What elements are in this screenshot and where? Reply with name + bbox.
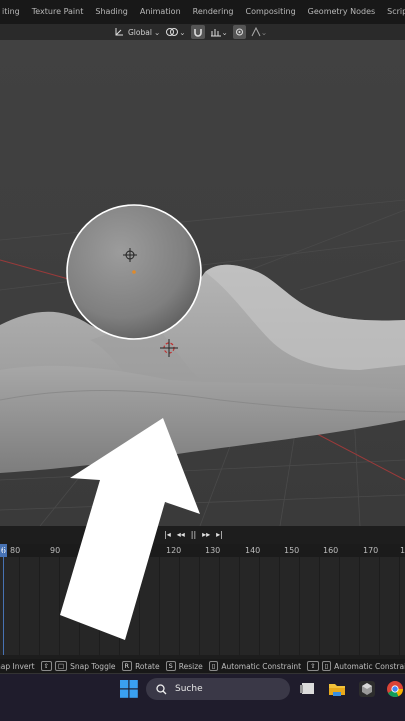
playback-controls: |◂ ◂◂ || ▸▸ ▸| <box>164 528 223 541</box>
tab-rendering[interactable]: Rendering <box>187 0 240 24</box>
chevron-down-icon: ⌄ <box>179 27 186 37</box>
frame-tick: 80 <box>10 546 21 555</box>
tab-shading[interactable]: Shading <box>89 0 134 24</box>
tab-compositing[interactable]: Compositing <box>240 0 302 24</box>
task-view-icon[interactable] <box>299 680 317 702</box>
jump-end-button[interactable]: ▸| <box>216 530 223 539</box>
chevron-down-icon: ⌄ <box>260 27 268 37</box>
orientation-icon <box>114 27 125 37</box>
pivot-point-dropdown[interactable]: ⌄ <box>165 25 186 39</box>
windows-start-icon[interactable] <box>120 680 138 702</box>
frame-tick: 170 <box>363 546 379 555</box>
falloff-curve-icon <box>251 27 261 37</box>
mouse-middle-icon: ▯ <box>208 661 219 671</box>
r-key-icon: R <box>121 661 133 671</box>
playhead[interactable] <box>3 544 4 655</box>
play-reverse-button[interactable]: ◂◂ <box>177 530 185 539</box>
proportional-edit-icon <box>235 27 244 37</box>
tab-scripting[interactable]: Scripting <box>381 0 405 24</box>
taskbar-search[interactable]: Suche <box>146 678 290 700</box>
frame-tick: 1 <box>400 546 405 555</box>
status-bar: nap Invert ⇧□Snap Toggle RRotate SResize… <box>0 659 405 673</box>
falloff-dropdown[interactable]: ⌄ <box>251 25 267 39</box>
status-rotate: R Rotate <box>121 661 160 671</box>
orientation-label: Global <box>128 27 152 37</box>
search-placeholder: Suche <box>175 684 203 694</box>
shift-key-icon: ⇧ <box>40 661 52 671</box>
tab-ui-editing[interactable]: iting <box>0 0 26 24</box>
app-cube-icon[interactable] <box>358 680 376 702</box>
play-forward-button[interactable]: ▸▸ <box>202 530 210 539</box>
snap-toggle[interactable] <box>190 25 205 39</box>
selected-sphere <box>66 204 202 340</box>
viewport-scene <box>0 199 405 526</box>
timeline-ruler[interactable]: 6 80 90 120 130 140 150 160 170 1 <box>0 544 405 557</box>
status-resize: S Resize <box>165 661 203 671</box>
pause-button[interactable]: || <box>191 530 196 539</box>
3d-viewport[interactable] <box>0 40 405 526</box>
snap-target-dropdown[interactable]: ⌄ <box>210 25 228 39</box>
search-icon <box>156 683 167 694</box>
status-automatic-constraint-2: ⇧ ▯ Automatic Constrain <box>307 661 405 671</box>
workspace-tabs: iting Texture Paint Shading Animation Re… <box>0 0 405 24</box>
chrome-icon[interactable] <box>386 680 404 702</box>
status-snap-invert: nap Invert <box>0 661 35 671</box>
frame-tick: 120 <box>166 546 182 555</box>
magnet-icon <box>193 27 203 37</box>
frame-tick: 90 <box>50 546 61 555</box>
file-explorer-icon[interactable] <box>328 680 346 702</box>
transform-orientation-dropdown[interactable]: Global ⌄ <box>114 25 160 39</box>
frame-tick: 140 <box>245 546 261 555</box>
chevron-down-icon: ⌄ <box>221 27 228 37</box>
tab-animation[interactable]: Animation <box>134 0 187 24</box>
status-automatic-constraint: ▯ Automatic Constraint <box>208 661 301 671</box>
viewport-header: Global ⌄ ⌄ ⌄ ⌄ <box>0 24 405 40</box>
proportional-edit-toggle[interactable] <box>232 25 246 39</box>
frame-tick: 130 <box>205 546 221 555</box>
pivot-icon <box>165 27 179 37</box>
jump-start-button[interactable]: |◂ <box>164 530 171 539</box>
shift-key-icon: ⇧ <box>307 661 319 671</box>
status-snap-toggle: ⇧ □ Snap Toggle <box>40 661 116 671</box>
mouse-middle-icon: ▯ <box>321 661 332 671</box>
timeline-tracks[interactable] <box>0 557 405 655</box>
frame-tick: 150 <box>284 546 300 555</box>
snap-increment-icon <box>210 27 222 37</box>
s-key-icon: S <box>165 661 176 671</box>
tab-geometry-nodes[interactable]: Geometry Nodes <box>302 0 381 24</box>
tab-texture-paint[interactable]: Texture Paint <box>26 0 90 24</box>
frame-tick: 160 <box>323 546 339 555</box>
chevron-down-icon: ⌄ <box>153 27 161 37</box>
modifier-key-icon: □ <box>55 661 68 671</box>
